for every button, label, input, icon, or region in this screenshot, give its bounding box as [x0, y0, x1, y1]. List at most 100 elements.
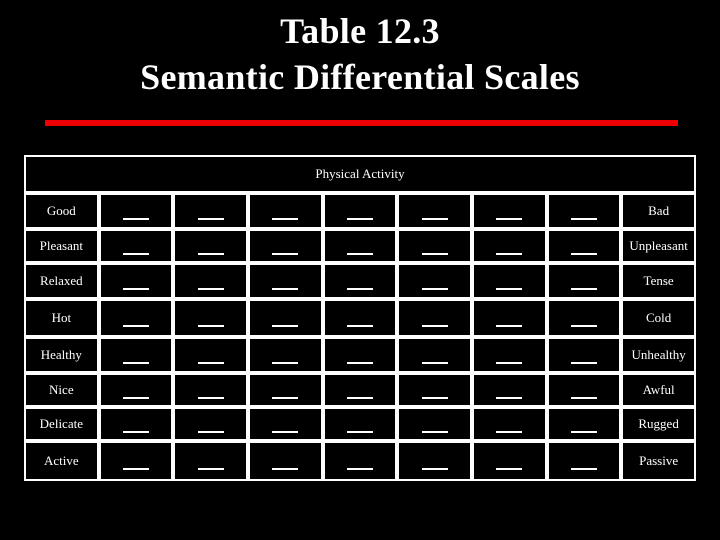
underscore-mark-icon	[122, 288, 149, 290]
scale-point[interactable]	[98, 193, 174, 229]
scale-point[interactable]	[247, 229, 323, 263]
scale-point[interactable]	[247, 337, 323, 373]
underscore-mark-icon	[570, 397, 597, 399]
scale-point[interactable]	[397, 373, 472, 407]
scale-point[interactable]	[471, 407, 547, 441]
scale-point[interactable]	[98, 229, 174, 263]
scale-point[interactable]	[173, 263, 248, 299]
scale-point[interactable]	[546, 229, 622, 263]
scale-point[interactable]	[98, 299, 174, 337]
underscore-mark-icon	[197, 288, 224, 290]
scale-point[interactable]	[397, 263, 472, 299]
scale-point[interactable]	[173, 337, 248, 373]
scale-point[interactable]	[471, 193, 547, 229]
semantic-differential-table: Physical Activity Good Bad Pleasant Unpl…	[24, 155, 696, 481]
scale-point[interactable]	[471, 373, 547, 407]
underscore-mark-icon	[346, 288, 373, 290]
underscore-mark-icon	[570, 431, 597, 433]
page-title-line-1: Table 12.3	[280, 11, 440, 51]
pole-left-label: Relaxed	[24, 263, 99, 299]
scale-point[interactable]	[546, 441, 622, 481]
scale-point[interactable]	[247, 193, 323, 229]
table-row: Healthy Unhealthy	[24, 337, 696, 373]
pole-right-label: Passive	[621, 441, 696, 481]
underscore-mark-icon	[122, 431, 149, 433]
pole-left-label: Delicate	[24, 407, 99, 441]
underscore-mark-icon	[346, 362, 373, 364]
underscore-mark-icon	[496, 288, 523, 290]
scale-point[interactable]	[173, 229, 248, 263]
underscore-mark-icon	[122, 325, 149, 327]
underscore-mark-icon	[421, 253, 448, 255]
scale-point[interactable]	[98, 263, 174, 299]
scale-point[interactable]	[322, 229, 398, 263]
scale-point[interactable]	[397, 193, 472, 229]
scale-point[interactable]	[471, 299, 547, 337]
scale-point[interactable]	[173, 299, 248, 337]
scale-point[interactable]	[98, 407, 174, 441]
underscore-mark-icon	[346, 253, 373, 255]
scale-point[interactable]	[546, 373, 622, 407]
table-header-cell: Physical Activity	[24, 155, 696, 193]
scale-point[interactable]	[173, 193, 248, 229]
underscore-mark-icon	[421, 397, 448, 399]
scale-point[interactable]	[546, 299, 622, 337]
scale-point[interactable]	[322, 373, 398, 407]
table-row: Relaxed Tense	[24, 263, 696, 299]
scale-point[interactable]	[322, 441, 398, 481]
scale-point[interactable]	[98, 337, 174, 373]
scale-point[interactable]	[247, 373, 323, 407]
underscore-mark-icon	[346, 431, 373, 433]
scale-point[interactable]	[471, 229, 547, 263]
scale-point[interactable]	[173, 407, 248, 441]
scale-point[interactable]	[98, 441, 174, 481]
scale-point[interactable]	[98, 373, 174, 407]
scale-point[interactable]	[546, 193, 622, 229]
underscore-mark-icon	[421, 218, 448, 220]
underscore-mark-icon	[122, 397, 149, 399]
scale-point[interactable]	[173, 441, 248, 481]
scale-point[interactable]	[247, 299, 323, 337]
scale-point[interactable]	[397, 337, 472, 373]
underscore-mark-icon	[496, 253, 523, 255]
underscore-mark-icon	[272, 288, 299, 290]
scale-point[interactable]	[546, 407, 622, 441]
pole-right-label: Bad	[621, 193, 696, 229]
page-title-line-2: Semantic Differential Scales	[140, 57, 580, 97]
underscore-mark-icon	[122, 362, 149, 364]
underscore-mark-icon	[272, 431, 299, 433]
underscore-mark-icon	[197, 362, 224, 364]
scale-point[interactable]	[397, 441, 472, 481]
scale-point[interactable]	[247, 263, 323, 299]
pole-right-label: Tense	[621, 263, 696, 299]
underscore-mark-icon	[421, 325, 448, 327]
scale-point[interactable]	[471, 441, 547, 481]
scale-point[interactable]	[397, 407, 472, 441]
scale-point[interactable]	[322, 407, 398, 441]
scale-point[interactable]	[546, 263, 622, 299]
scale-point[interactable]	[322, 193, 398, 229]
scale-point[interactable]	[322, 299, 398, 337]
table-row: Hot Cold	[24, 299, 696, 337]
underscore-mark-icon	[197, 325, 224, 327]
underscore-mark-icon	[496, 468, 523, 470]
scale-point[interactable]	[397, 299, 472, 337]
scale-point[interactable]	[173, 373, 248, 407]
scale-point[interactable]	[546, 337, 622, 373]
scale-point[interactable]	[471, 263, 547, 299]
underscore-mark-icon	[272, 397, 299, 399]
underscore-mark-icon	[496, 431, 523, 433]
underscore-mark-icon	[272, 468, 299, 470]
underscore-mark-icon	[421, 362, 448, 364]
underscore-mark-icon	[272, 218, 299, 220]
underscore-mark-icon	[496, 397, 523, 399]
scale-point[interactable]	[322, 263, 398, 299]
pole-right-label: Unpleasant	[621, 229, 696, 263]
scale-point[interactable]	[471, 337, 547, 373]
scale-point[interactable]	[247, 441, 323, 481]
pole-left-label: Active	[24, 441, 99, 481]
underscore-mark-icon	[346, 218, 373, 220]
scale-point[interactable]	[247, 407, 323, 441]
scale-point[interactable]	[322, 337, 398, 373]
scale-point[interactable]	[397, 229, 472, 263]
